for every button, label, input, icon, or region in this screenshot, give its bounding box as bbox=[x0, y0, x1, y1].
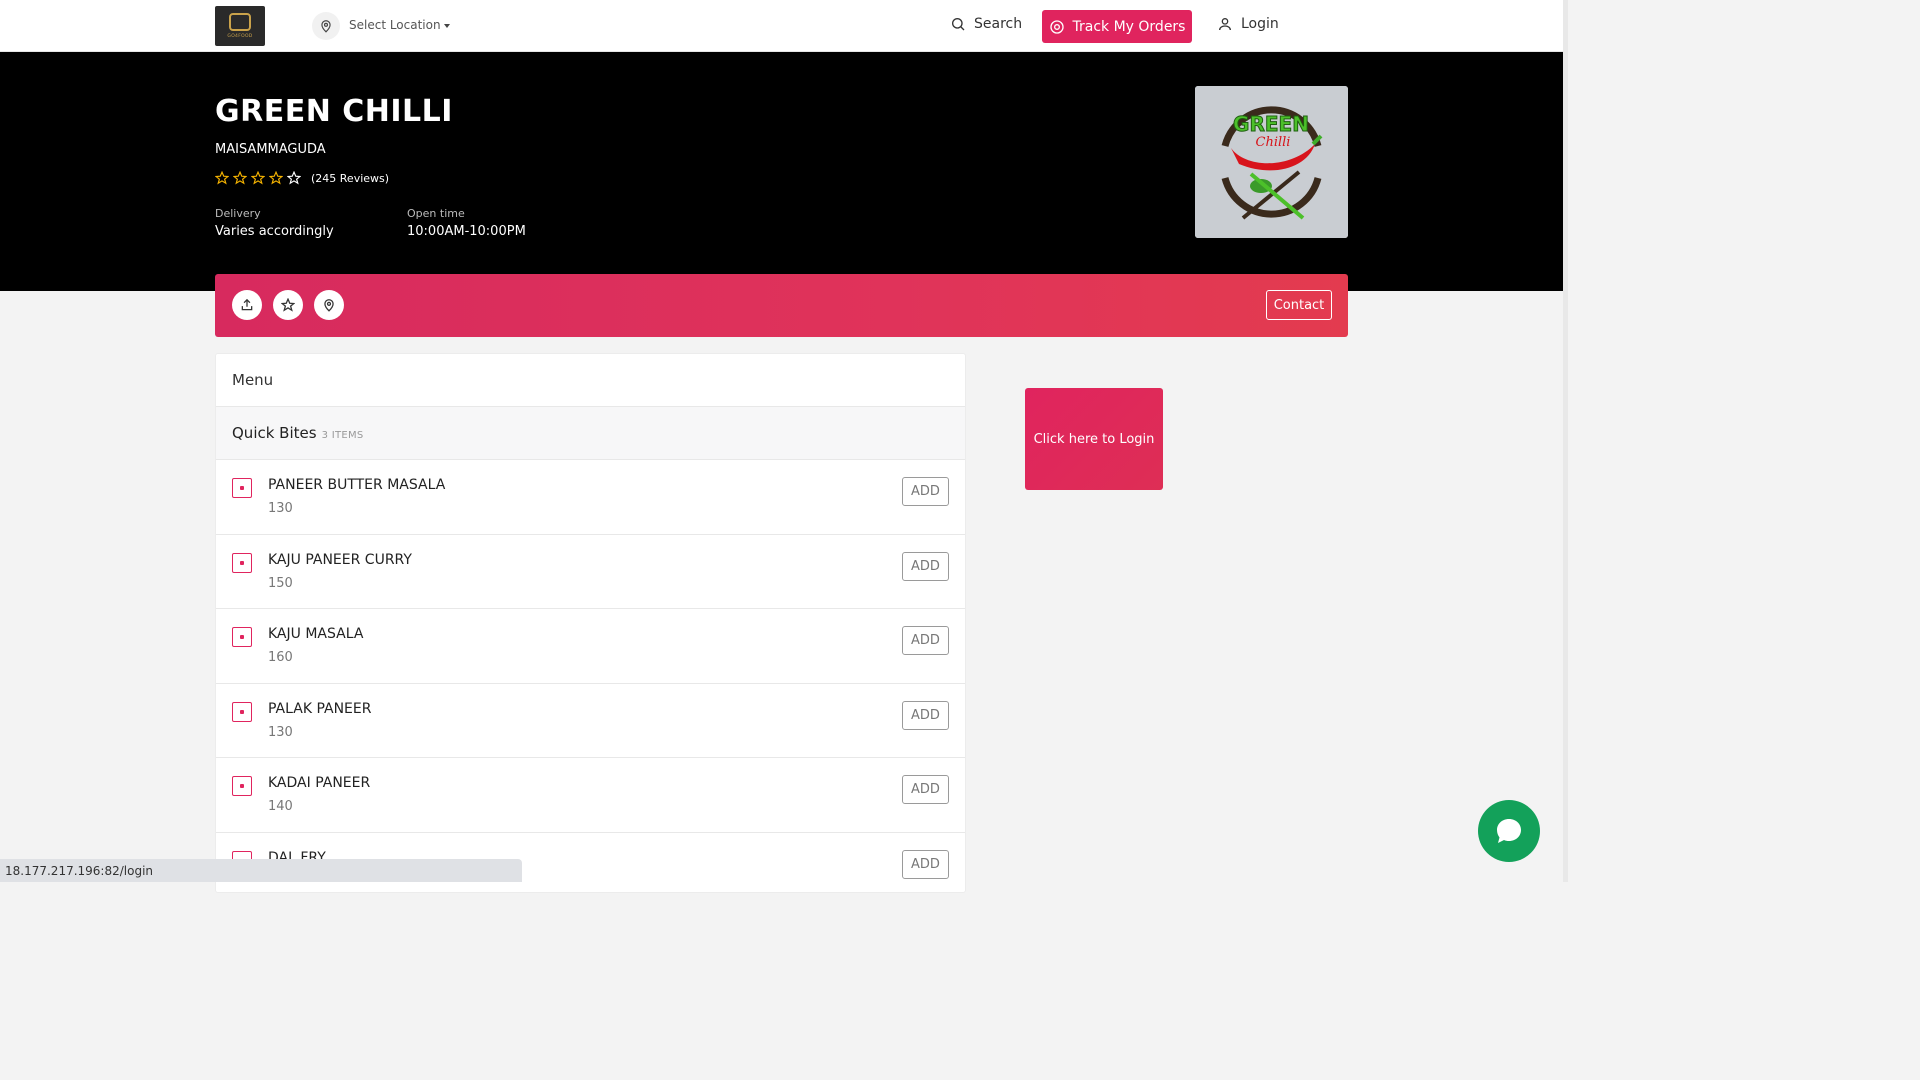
logo-mark-icon bbox=[229, 13, 251, 31]
add-button[interactable]: ADD bbox=[902, 626, 949, 656]
select-location-dropdown[interactable]: Select Location bbox=[349, 18, 450, 32]
select-location-label: Select Location bbox=[349, 18, 441, 32]
menu-card: Menu Quick Bites 3 ITEMS PANEER BUTTER M… bbox=[215, 353, 966, 893]
login-label: Login bbox=[1241, 16, 1279, 32]
contact-button[interactable]: Contact bbox=[1266, 290, 1332, 320]
search-icon bbox=[952, 18, 965, 31]
menu-title: Menu bbox=[216, 354, 965, 407]
category-header: Quick Bites 3 ITEMS bbox=[216, 407, 965, 460]
search-label: Search bbox=[974, 16, 1023, 32]
login-link[interactable]: Login bbox=[1217, 16, 1279, 32]
add-button[interactable]: ADD bbox=[902, 849, 949, 879]
location-pin-icon bbox=[324, 299, 334, 312]
open-time-label: Open time bbox=[407, 207, 465, 220]
item-name: KAJU MASALA bbox=[268, 626, 364, 643]
open-time-value: 10:00AM-10:00PM bbox=[407, 224, 526, 239]
category-title: Quick Bites bbox=[232, 424, 317, 442]
logo-chilli-text: Chilli bbox=[1256, 135, 1291, 150]
delivery-label: Delivery bbox=[215, 207, 261, 220]
delivery-value: Varies accordingly bbox=[215, 224, 334, 239]
star-icon bbox=[215, 171, 229, 185]
login-prompt-button[interactable]: Click here to Login bbox=[1025, 388, 1163, 490]
directions-button[interactable] bbox=[314, 290, 344, 320]
menu-item: PALAK PANEER 130 ADD bbox=[216, 684, 965, 759]
chevron-down-icon bbox=[443, 23, 450, 28]
veg-indicator-icon bbox=[232, 552, 252, 573]
add-button[interactable]: ADD bbox=[902, 477, 949, 506]
item-name: KADAI PANEER bbox=[268, 775, 371, 792]
star-icon bbox=[287, 171, 301, 185]
site-logo[interactable]: GO4FOOD bbox=[215, 6, 265, 46]
logo-text: GO4FOOD bbox=[227, 34, 253, 39]
menu-item: KAJU PANEER CURRY 150 ADD bbox=[216, 535, 965, 610]
item-name: PANEER BUTTER MASALA bbox=[268, 477, 446, 493]
browser-status-url: 18.177.217.196:82/login bbox=[0, 859, 522, 882]
share-button[interactable] bbox=[232, 290, 262, 320]
location-pin-icon[interactable] bbox=[312, 12, 340, 40]
veg-indicator-icon bbox=[232, 478, 252, 498]
veg-indicator-icon bbox=[232, 701, 252, 722]
item-price: 150 bbox=[268, 575, 293, 591]
target-icon bbox=[1049, 19, 1064, 34]
track-orders-label: Track My Orders bbox=[1072, 18, 1186, 35]
add-button[interactable]: ADD bbox=[902, 551, 949, 581]
top-navbar: GO4FOOD Select Location Search Track My … bbox=[0, 0, 1563, 52]
menu-item: PANEER BUTTER MASALA 130 ADD bbox=[216, 460, 965, 535]
track-orders-button[interactable]: Track My Orders bbox=[1042, 10, 1192, 43]
star-icon bbox=[251, 171, 265, 185]
share-icon bbox=[241, 298, 253, 311]
item-price: 130 bbox=[268, 724, 293, 740]
item-name: PALAK PANEER bbox=[268, 700, 372, 717]
item-name: KAJU PANEER CURRY bbox=[268, 551, 412, 568]
restaurant-name: GREEN CHILLI bbox=[215, 94, 453, 129]
menu-item: KAJU MASALA 160 ADD bbox=[216, 609, 965, 684]
review-count: (245 Reviews) bbox=[311, 171, 390, 185]
menu-item: KADAI PANEER 140 ADD bbox=[216, 758, 965, 833]
rating-stars: (245 Reviews) bbox=[215, 171, 389, 185]
logo-green-text: GREEN bbox=[1233, 112, 1309, 136]
user-icon bbox=[1219, 18, 1231, 31]
item-price: 140 bbox=[268, 799, 293, 815]
item-price: 130 bbox=[268, 501, 293, 516]
chat-bubble-icon bbox=[1497, 819, 1521, 843]
chat-widget-button[interactable] bbox=[1478, 800, 1540, 862]
add-button[interactable]: ADD bbox=[902, 775, 949, 805]
vertical-scrollbar[interactable] bbox=[1563, 0, 1568, 882]
restaurant-logo-image: GREEN Chilli bbox=[1195, 86, 1348, 238]
restaurant-area: MAISAMMAGUDA bbox=[215, 142, 326, 157]
add-button[interactable]: ADD bbox=[902, 700, 949, 730]
item-price: 160 bbox=[268, 650, 293, 666]
search-link[interactable]: Search bbox=[950, 16, 1022, 32]
favorite-button[interactable] bbox=[273, 290, 303, 320]
star-icon bbox=[269, 171, 283, 185]
restaurant-action-bar: Contact bbox=[215, 274, 1348, 337]
veg-indicator-icon bbox=[232, 627, 252, 648]
category-count: 3 ITEMS bbox=[321, 429, 364, 441]
star-icon bbox=[281, 298, 295, 312]
veg-indicator-icon bbox=[232, 776, 252, 797]
star-icon bbox=[233, 171, 247, 185]
